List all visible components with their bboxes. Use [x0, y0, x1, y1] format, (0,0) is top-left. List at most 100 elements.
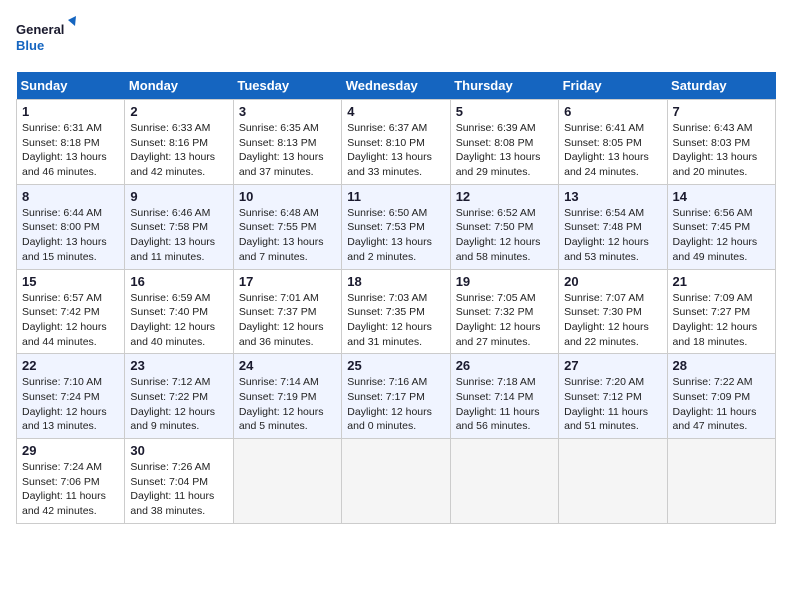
cell-info: Sunrise: 7:07 AMSunset: 7:30 PMDaylight:… [564, 291, 661, 350]
page-header: General Blue [16, 16, 776, 60]
calendar-cell: 18Sunrise: 7:03 AMSunset: 7:35 PMDayligh… [342, 269, 450, 354]
calendar-cell: 26 Sunrise: 7:18 AMSunset: 7:14 PMDayligh… [450, 354, 558, 439]
day-number: 23 [130, 358, 227, 373]
calendar-week-row: 8 Sunrise: 6:44 AMSunset: 8:00 PMDaylight… [17, 184, 776, 269]
day-number: 25 [347, 358, 444, 373]
cell-info: Sunrise: 7:01 AMSunset: 7:37 PMDaylight:… [239, 291, 336, 350]
calendar-cell: 10 Sunrise: 6:48 AMSunset: 7:55 PMDayligh… [233, 184, 341, 269]
cell-info: Sunrise: 6:33 AMSunset: 8:16 PMDaylight:… [130, 121, 227, 180]
calendar-cell: 15 Sunrise: 6:57 AMSunset: 7:42 PMDayligh… [17, 269, 125, 354]
cell-info: Sunrise: 6:46 AMSunset: 7:58 PMDaylight:… [130, 206, 227, 265]
day-number: 28 [673, 358, 770, 373]
calendar-cell [342, 439, 450, 524]
cell-info: Sunrise: 6:57 AMSunset: 7:42 PMDaylight:… [22, 291, 119, 350]
calendar-cell: 23 Sunrise: 7:12 AMSunset: 7:22 PMDayligh… [125, 354, 233, 439]
calendar-cell: 7 Sunrise: 6:43 AMSunset: 8:03 PMDaylight… [667, 100, 775, 185]
day-number: 27 [564, 358, 661, 373]
col-header-sunday: Sunday [17, 72, 125, 100]
svg-text:General: General [16, 22, 64, 37]
cell-info: Sunrise: 7:09 AMSunset: 7:27 PMDaylight:… [673, 291, 770, 350]
cell-info: Sunrise: 6:48 AMSunset: 7:55 PMDaylight:… [239, 206, 336, 265]
day-number: 26 [456, 358, 553, 373]
calendar-week-row: 29 Sunrise: 7:24 AMSunset: 7:06 PMDayligh… [17, 439, 776, 524]
day-number: 14 [673, 189, 770, 204]
calendar-header-row: SundayMondayTuesdayWednesdayThursdayFrid… [17, 72, 776, 100]
calendar-table: SundayMondayTuesdayWednesdayThursdayFrid… [16, 72, 776, 524]
cell-info: Sunrise: 6:44 AMSunset: 8:00 PMDaylight:… [22, 206, 119, 265]
calendar-cell: 12Sunrise: 6:52 AMSunset: 7:50 PMDayligh… [450, 184, 558, 269]
day-number: 5 [456, 104, 553, 119]
day-number: 9 [130, 189, 227, 204]
day-number: 24 [239, 358, 336, 373]
calendar-cell: 30 Sunrise: 7:26 AMSunset: 7:04 PMDayligh… [125, 439, 233, 524]
day-number: 8 [22, 189, 119, 204]
cell-info: Sunrise: 7:24 AMSunset: 7:06 PMDaylight:… [22, 460, 119, 519]
cell-info: Sunrise: 6:41 AMSunset: 8:05 PMDaylight:… [564, 121, 661, 180]
calendar-cell: 20 Sunrise: 7:07 AMSunset: 7:30 PMDayligh… [559, 269, 667, 354]
cell-info: Sunrise: 7:03 AMSunset: 7:35 PMDaylight:… [347, 291, 444, 350]
day-number: 3 [239, 104, 336, 119]
calendar-cell: 21 Sunrise: 7:09 AMSunset: 7:27 PMDayligh… [667, 269, 775, 354]
col-header-tuesday: Tuesday [233, 72, 341, 100]
calendar-week-row: 15 Sunrise: 6:57 AMSunset: 7:42 PMDayligh… [17, 269, 776, 354]
calendar-cell: 1Sunrise: 6:31 AMSunset: 8:18 PMDaylight… [17, 100, 125, 185]
day-number: 20 [564, 274, 661, 289]
day-number: 16 [130, 274, 227, 289]
calendar-cell [233, 439, 341, 524]
cell-info: Sunrise: 7:10 AMSunset: 7:24 PMDaylight:… [22, 375, 119, 434]
calendar-week-row: 1Sunrise: 6:31 AMSunset: 8:18 PMDaylight… [17, 100, 776, 185]
day-number: 6 [564, 104, 661, 119]
calendar-cell: 14 Sunrise: 6:56 AMSunset: 7:45 PMDayligh… [667, 184, 775, 269]
day-number: 19 [456, 274, 553, 289]
col-header-wednesday: Wednesday [342, 72, 450, 100]
calendar-cell: 13 Sunrise: 6:54 AMSunset: 7:48 PMDayligh… [559, 184, 667, 269]
day-number: 10 [239, 189, 336, 204]
cell-info: Sunrise: 7:26 AMSunset: 7:04 PMDaylight:… [130, 460, 227, 519]
day-number: 13 [564, 189, 661, 204]
cell-info: Sunrise: 6:56 AMSunset: 7:45 PMDaylight:… [673, 206, 770, 265]
calendar-cell: 25 Sunrise: 7:16 AMSunset: 7:17 PMDayligh… [342, 354, 450, 439]
calendar-cell [450, 439, 558, 524]
cell-info: Sunrise: 6:54 AMSunset: 7:48 PMDaylight:… [564, 206, 661, 265]
calendar-cell: 17Sunrise: 7:01 AMSunset: 7:37 PMDayligh… [233, 269, 341, 354]
svg-text:Blue: Blue [16, 38, 44, 53]
cell-info: Sunrise: 6:35 AMSunset: 8:13 PMDaylight:… [239, 121, 336, 180]
day-number: 30 [130, 443, 227, 458]
cell-info: Sunrise: 7:16 AMSunset: 7:17 PMDaylight:… [347, 375, 444, 434]
col-header-friday: Friday [559, 72, 667, 100]
col-header-saturday: Saturday [667, 72, 775, 100]
calendar-cell: 6 Sunrise: 6:41 AMSunset: 8:05 PMDaylight… [559, 100, 667, 185]
cell-info: Sunrise: 7:22 AMSunset: 7:09 PMDaylight:… [673, 375, 770, 434]
cell-info: Sunrise: 6:39 AMSunset: 8:08 PMDaylight:… [456, 121, 553, 180]
calendar-cell: 11 Sunrise: 6:50 AMSunset: 7:53 PMDayligh… [342, 184, 450, 269]
calendar-cell [559, 439, 667, 524]
day-number: 21 [673, 274, 770, 289]
cell-info: Sunrise: 7:18 AMSunset: 7:14 PMDaylight:… [456, 375, 553, 434]
cell-info: Sunrise: 7:12 AMSunset: 7:22 PMDaylight:… [130, 375, 227, 434]
calendar-cell: 29 Sunrise: 7:24 AMSunset: 7:06 PMDayligh… [17, 439, 125, 524]
calendar-cell: 19Sunrise: 7:05 AMSunset: 7:32 PMDayligh… [450, 269, 558, 354]
calendar-cell: 24 Sunrise: 7:14 AMSunset: 7:19 PMDayligh… [233, 354, 341, 439]
calendar-cell [667, 439, 775, 524]
day-number: 22 [22, 358, 119, 373]
calendar-cell: 4Sunrise: 6:37 AMSunset: 8:10 PMDaylight… [342, 100, 450, 185]
cell-info: Sunrise: 6:52 AMSunset: 7:50 PMDaylight:… [456, 206, 553, 265]
calendar-cell: 8 Sunrise: 6:44 AMSunset: 8:00 PMDaylight… [17, 184, 125, 269]
calendar-cell: 9 Sunrise: 6:46 AMSunset: 7:58 PMDaylight… [125, 184, 233, 269]
day-number: 15 [22, 274, 119, 289]
day-number: 2 [130, 104, 227, 119]
cell-info: Sunrise: 6:50 AMSunset: 7:53 PMDaylight:… [347, 206, 444, 265]
day-number: 11 [347, 189, 444, 204]
day-number: 29 [22, 443, 119, 458]
logo-svg: General Blue [16, 16, 76, 60]
cell-info: Sunrise: 6:43 AMSunset: 8:03 PMDaylight:… [673, 121, 770, 180]
cell-info: Sunrise: 6:59 AMSunset: 7:40 PMDaylight:… [130, 291, 227, 350]
calendar-week-row: 22 Sunrise: 7:10 AMSunset: 7:24 PMDayligh… [17, 354, 776, 439]
cell-info: Sunrise: 7:14 AMSunset: 7:19 PMDaylight:… [239, 375, 336, 434]
calendar-cell: 28 Sunrise: 7:22 AMSunset: 7:09 PMDayligh… [667, 354, 775, 439]
logo: General Blue [16, 16, 76, 60]
cell-info: Sunrise: 6:31 AMSunset: 8:18 PMDaylight:… [22, 121, 119, 180]
calendar-cell: 3 Sunrise: 6:35 AMSunset: 8:13 PMDaylight… [233, 100, 341, 185]
calendar-cell: 5 Sunrise: 6:39 AMSunset: 8:08 PMDaylight… [450, 100, 558, 185]
day-number: 7 [673, 104, 770, 119]
